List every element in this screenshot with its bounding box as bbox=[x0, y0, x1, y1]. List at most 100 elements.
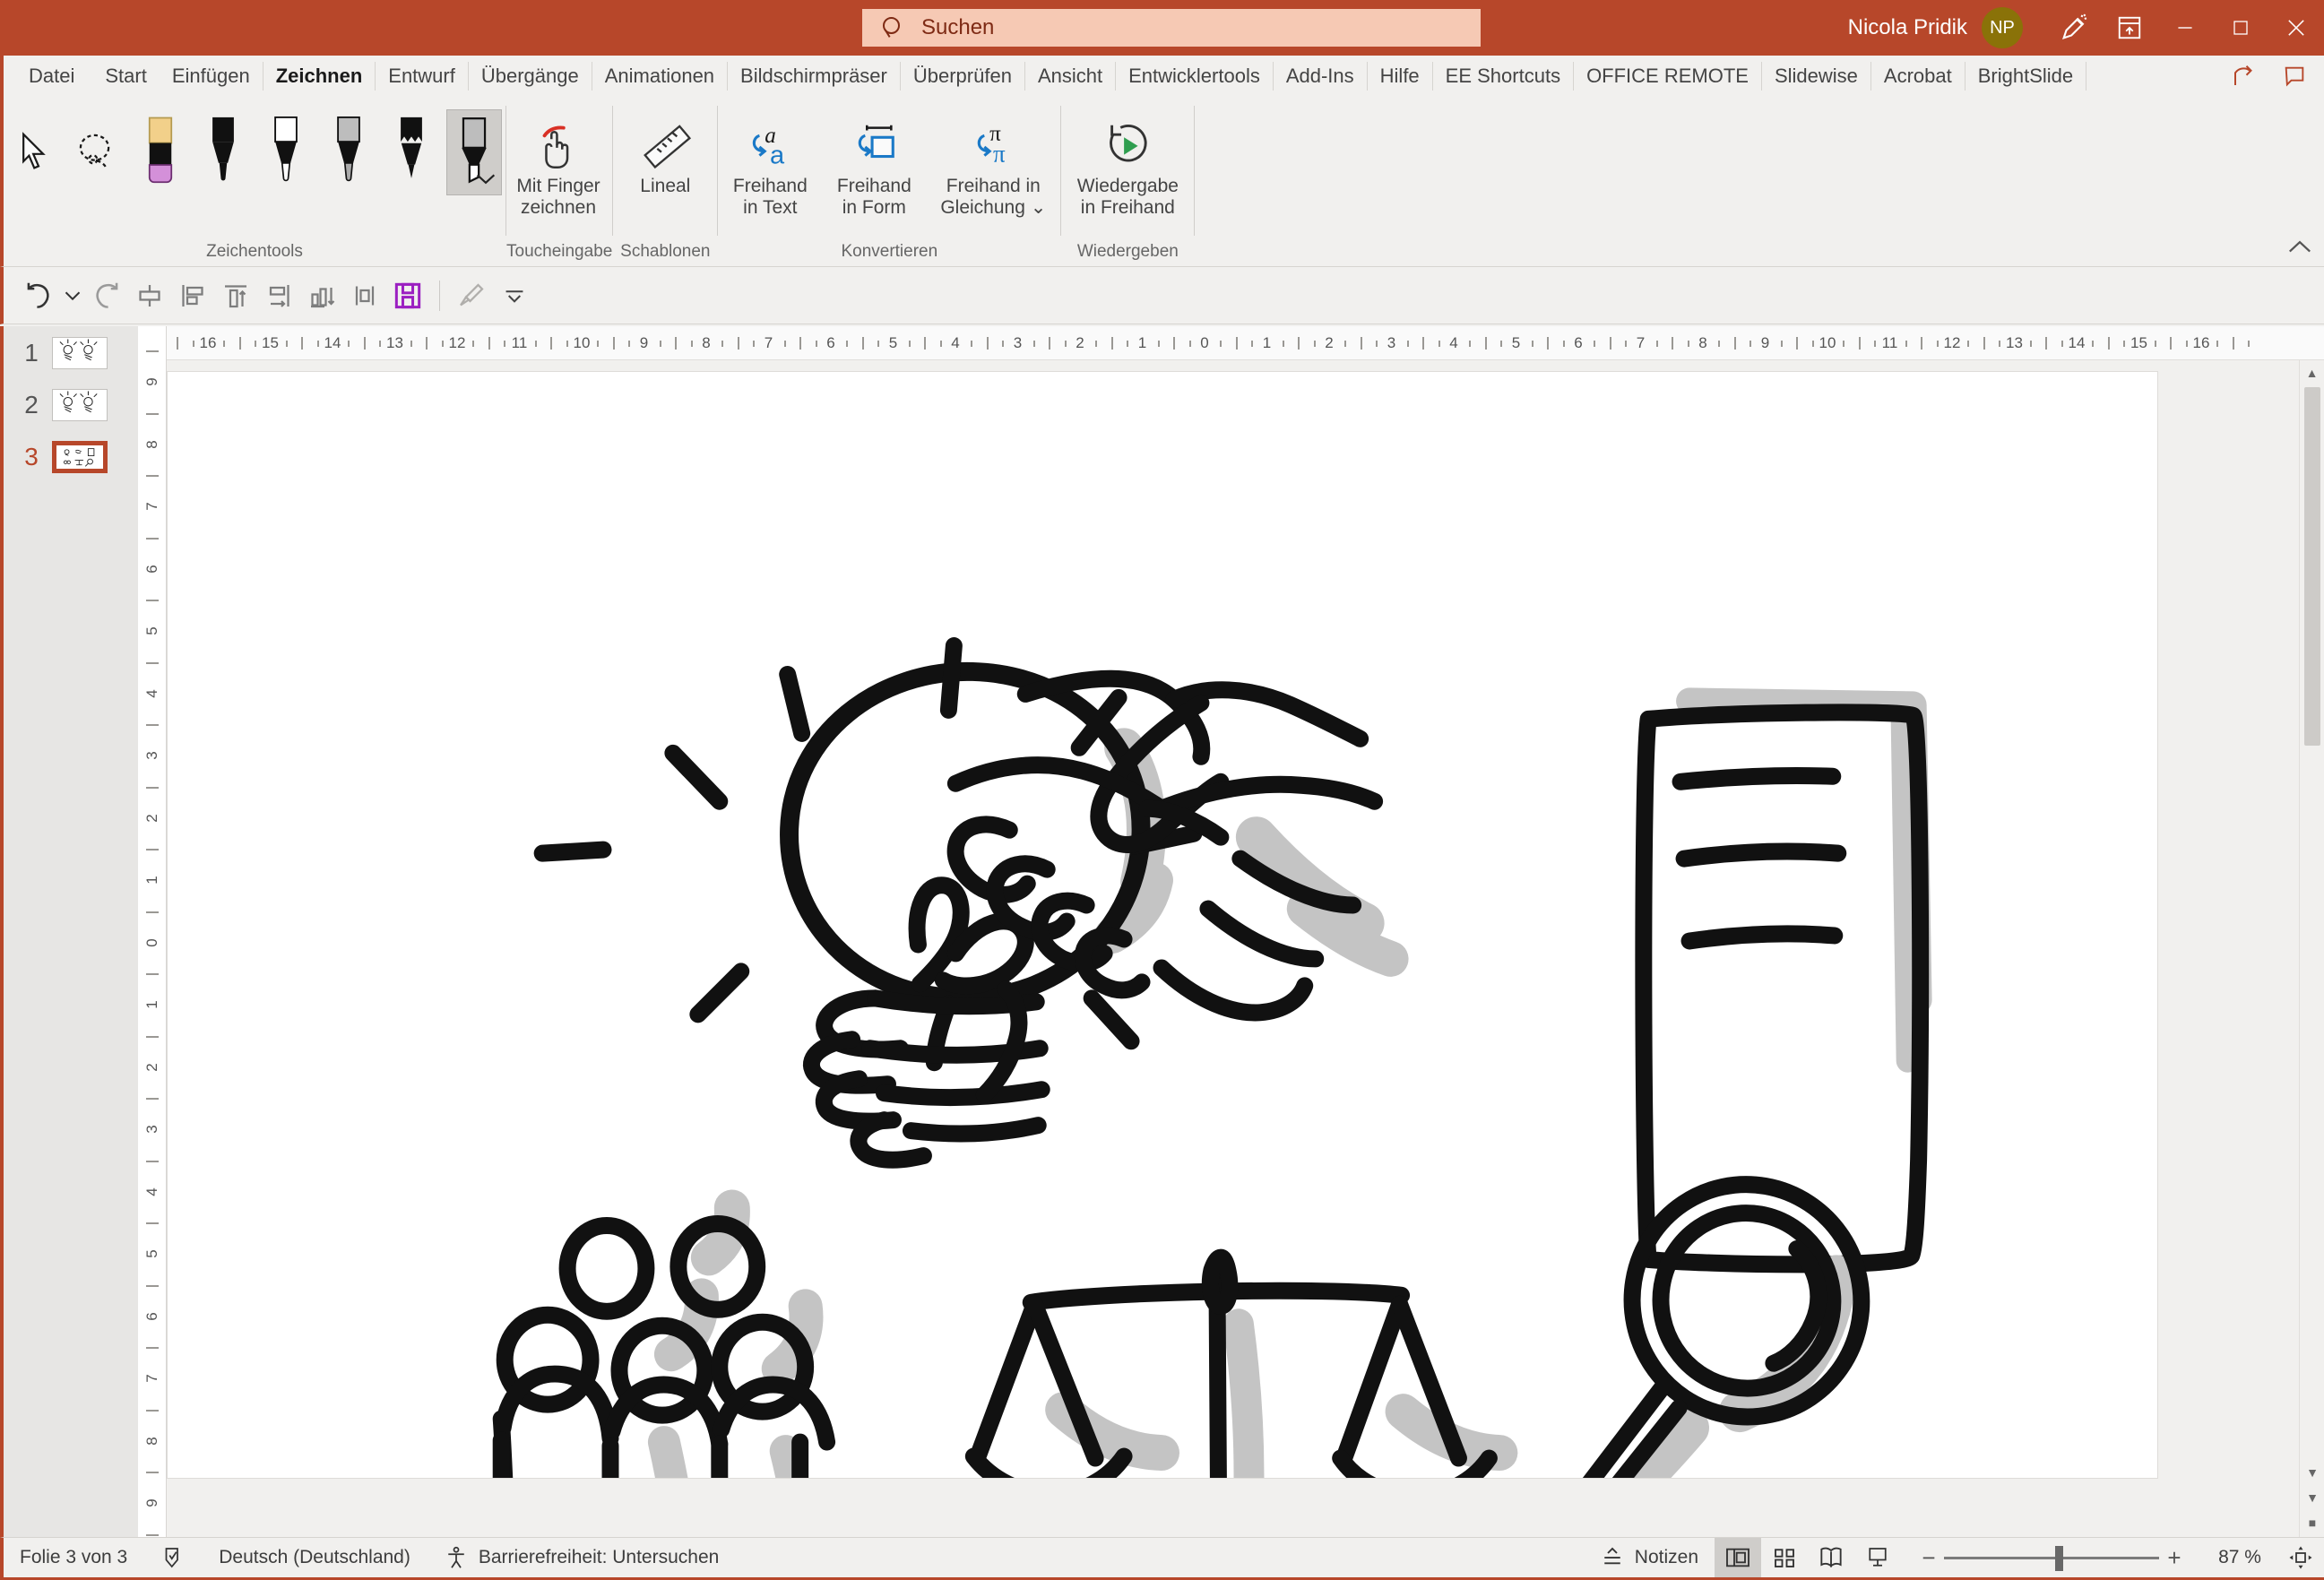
zoom-slider[interactable]: − + bbox=[1914, 1544, 2190, 1572]
quick-access-toolbar bbox=[0, 267, 2324, 324]
lasso-select-tool[interactable] bbox=[70, 109, 125, 195]
minimize-button[interactable] bbox=[2157, 0, 2213, 56]
ribbon: Zeichentools Mit Finger zeichnen Touchei… bbox=[0, 97, 2324, 267]
slideshow-button[interactable] bbox=[1854, 1538, 1901, 1577]
redo-button[interactable] bbox=[86, 275, 127, 316]
zoom-track[interactable] bbox=[1944, 1545, 2159, 1571]
close-button[interactable] bbox=[2268, 0, 2324, 56]
tab-slidewise[interactable]: Slidewise bbox=[1762, 62, 1871, 91]
undo-button[interactable] bbox=[18, 275, 59, 316]
chevron-down-icon bbox=[476, 174, 496, 185]
comment-icon[interactable] bbox=[2274, 59, 2315, 93]
pen-black-tool[interactable] bbox=[195, 109, 251, 195]
align-right-button[interactable] bbox=[258, 275, 299, 316]
zoom-level[interactable]: 87 % bbox=[2202, 1547, 2277, 1568]
highlighter-tool[interactable] bbox=[446, 109, 502, 195]
scroll-down-arrow[interactable]: ▼ bbox=[2300, 1460, 2324, 1485]
slide-sorter-button[interactable] bbox=[1761, 1538, 1808, 1577]
tab-acrobat[interactable]: Acrobat bbox=[1871, 62, 1965, 91]
tab-entwurf[interactable]: Entwurf bbox=[376, 62, 469, 91]
tab-hilfe[interactable]: Hilfe bbox=[1368, 62, 1433, 91]
pen-gray-tool[interactable] bbox=[321, 109, 376, 195]
vertical-ruler[interactable]: 9 8 7 6 5 4 3 2 1 0 1 2 3 4 5 6 7 8 9 bbox=[138, 326, 167, 1537]
tab-datei[interactable]: Datei bbox=[16, 62, 92, 91]
spell-check-button[interactable] bbox=[143, 1538, 203, 1577]
tab-zeichnen[interactable]: Zeichnen bbox=[264, 62, 376, 91]
eraser-tool[interactable] bbox=[133, 109, 188, 195]
draw-with-finger-button[interactable]: Mit Finger zeichnen bbox=[506, 109, 610, 218]
next-slide-arrow[interactable]: ▼ bbox=[2300, 1485, 2324, 1510]
share-icon[interactable] bbox=[2224, 59, 2265, 93]
scrollbar-thumb[interactable] bbox=[2304, 387, 2320, 746]
tab-einfuegen[interactable]: Einfügen bbox=[160, 62, 264, 91]
accessibility-button[interactable]: Barrierefreiheit: Untersuchen bbox=[427, 1538, 735, 1577]
vruler-tick-label: 8 bbox=[143, 1436, 160, 1446]
tab-uebergaenge[interactable]: Übergänge bbox=[469, 62, 592, 91]
prev-slide-arrow[interactable]: ■ bbox=[2300, 1510, 2324, 1535]
search-placeholder: Suchen bbox=[921, 15, 995, 39]
slide-surface[interactable] bbox=[167, 371, 2158, 1537]
ribbon-display-options-icon[interactable] bbox=[2102, 0, 2157, 56]
tab-ee-shortcuts[interactable]: EE Shortcuts bbox=[1433, 62, 1575, 91]
tab-ueberpruefen[interactable]: Überprüfen bbox=[901, 62, 1025, 91]
tab-start[interactable]: Start bbox=[92, 62, 159, 91]
language-button[interactable]: Deutsch (Deutschland) bbox=[203, 1538, 427, 1577]
search-input[interactable]: Suchen bbox=[862, 9, 1481, 47]
tab-add-ins[interactable]: Add-Ins bbox=[1274, 62, 1368, 91]
avatar[interactable]: NP bbox=[1982, 7, 2023, 48]
fit-to-window-button[interactable] bbox=[2277, 1538, 2324, 1577]
maximize-button[interactable] bbox=[2213, 0, 2268, 56]
collapse-ribbon-button[interactable] bbox=[2288, 238, 2311, 259]
save-button[interactable] bbox=[387, 275, 428, 316]
pencil-black-tool[interactable] bbox=[384, 109, 439, 195]
ruler-button[interactable]: Lineal bbox=[613, 109, 717, 197]
ink-pen-icon[interactable] bbox=[2046, 0, 2102, 56]
horizontal-ruler[interactable]: 16 15 14 13 12 11 10 9 8 7 6 5 4 3 2 1 0 1 2 3 4 5 6 7 8 9 10 11 12 1… bbox=[167, 326, 2324, 360]
ruler-tick-mark bbox=[379, 341, 382, 347]
zoom-handle[interactable] bbox=[2055, 1545, 2063, 1571]
tab-ansicht[interactable]: Ansicht bbox=[1025, 62, 1117, 91]
ruler-tick-mark bbox=[737, 337, 739, 350]
distribute-horizontal-button[interactable] bbox=[344, 275, 385, 316]
align-center-button[interactable] bbox=[129, 275, 170, 316]
ruler-tick-mark bbox=[2170, 337, 2173, 350]
distribute-vertical-button[interactable] bbox=[301, 275, 342, 316]
slide-thumbnail-1[interactable]: 1 bbox=[13, 337, 129, 369]
align-left-button[interactable] bbox=[172, 275, 213, 316]
chevron-down-icon[interactable]: ⌄ bbox=[1031, 197, 1047, 218]
ruler-tick-mark bbox=[1282, 341, 1284, 347]
undo-dropdown[interactable] bbox=[61, 275, 84, 316]
select-tool[interactable] bbox=[7, 109, 63, 195]
ruler-tick-mark bbox=[566, 341, 568, 347]
vertical-scrollbar[interactable]: ▲ ▼ ▼ ■ bbox=[2299, 360, 2324, 1537]
reading-view-button[interactable] bbox=[1808, 1538, 1854, 1577]
tab-entwicklertools[interactable]: Entwicklertools bbox=[1116, 62, 1274, 91]
slide-thumbnail-panel[interactable]: 1 2 3 bbox=[4, 326, 138, 1537]
tab-office-remote[interactable]: OFFICE REMOTE bbox=[1574, 62, 1762, 91]
ruler-tick-mark bbox=[1936, 341, 1939, 347]
scroll-up-arrow[interactable]: ▲ bbox=[2300, 360, 2324, 385]
ink-to-math-button[interactable]: π π Freihand in Gleichung ⌄ bbox=[926, 109, 1060, 218]
slide-thumbnail-2[interactable]: 2 bbox=[13, 389, 129, 421]
group-label-wiedergeben: Wiedergeben bbox=[1076, 242, 1179, 261]
normal-view-button[interactable] bbox=[1715, 1538, 1761, 1577]
align-top-button[interactable] bbox=[215, 275, 256, 316]
customize-qat-button[interactable] bbox=[494, 275, 535, 316]
ink-to-text-button[interactable]: a a Freihand in Text bbox=[718, 109, 822, 218]
ruler-tick-mark bbox=[2185, 341, 2188, 347]
pen-white-tool[interactable] bbox=[258, 109, 314, 195]
tab-brightslide[interactable]: BrightSlide bbox=[1965, 62, 2087, 91]
slide-drawings bbox=[492, 637, 1932, 1537]
zoom-out-button[interactable]: − bbox=[1914, 1544, 1944, 1572]
slide-editing-area[interactable]: ▲ ▼ ▼ ■ bbox=[167, 360, 2324, 1537]
slide-counter[interactable]: Folie 3 von 3 bbox=[4, 1538, 143, 1577]
notes-button[interactable]: Notizen bbox=[1583, 1546, 1715, 1569]
ruler-tick-label: 14 bbox=[2068, 334, 2086, 351]
tab-animationen[interactable]: Animationen bbox=[592, 62, 729, 91]
slide-thumbnail-3[interactable]: 3 bbox=[13, 441, 129, 473]
zoom-in-button[interactable]: + bbox=[2159, 1544, 2190, 1572]
format-painter-button[interactable] bbox=[451, 275, 492, 316]
tab-bildschirmpraesentation[interactable]: Bildschirmpräser bbox=[728, 62, 901, 91]
ink-to-shape-button[interactable]: Freihand in Form bbox=[822, 109, 926, 218]
ink-replay-button[interactable]: Wiedergabe in Freihand bbox=[1061, 109, 1194, 218]
